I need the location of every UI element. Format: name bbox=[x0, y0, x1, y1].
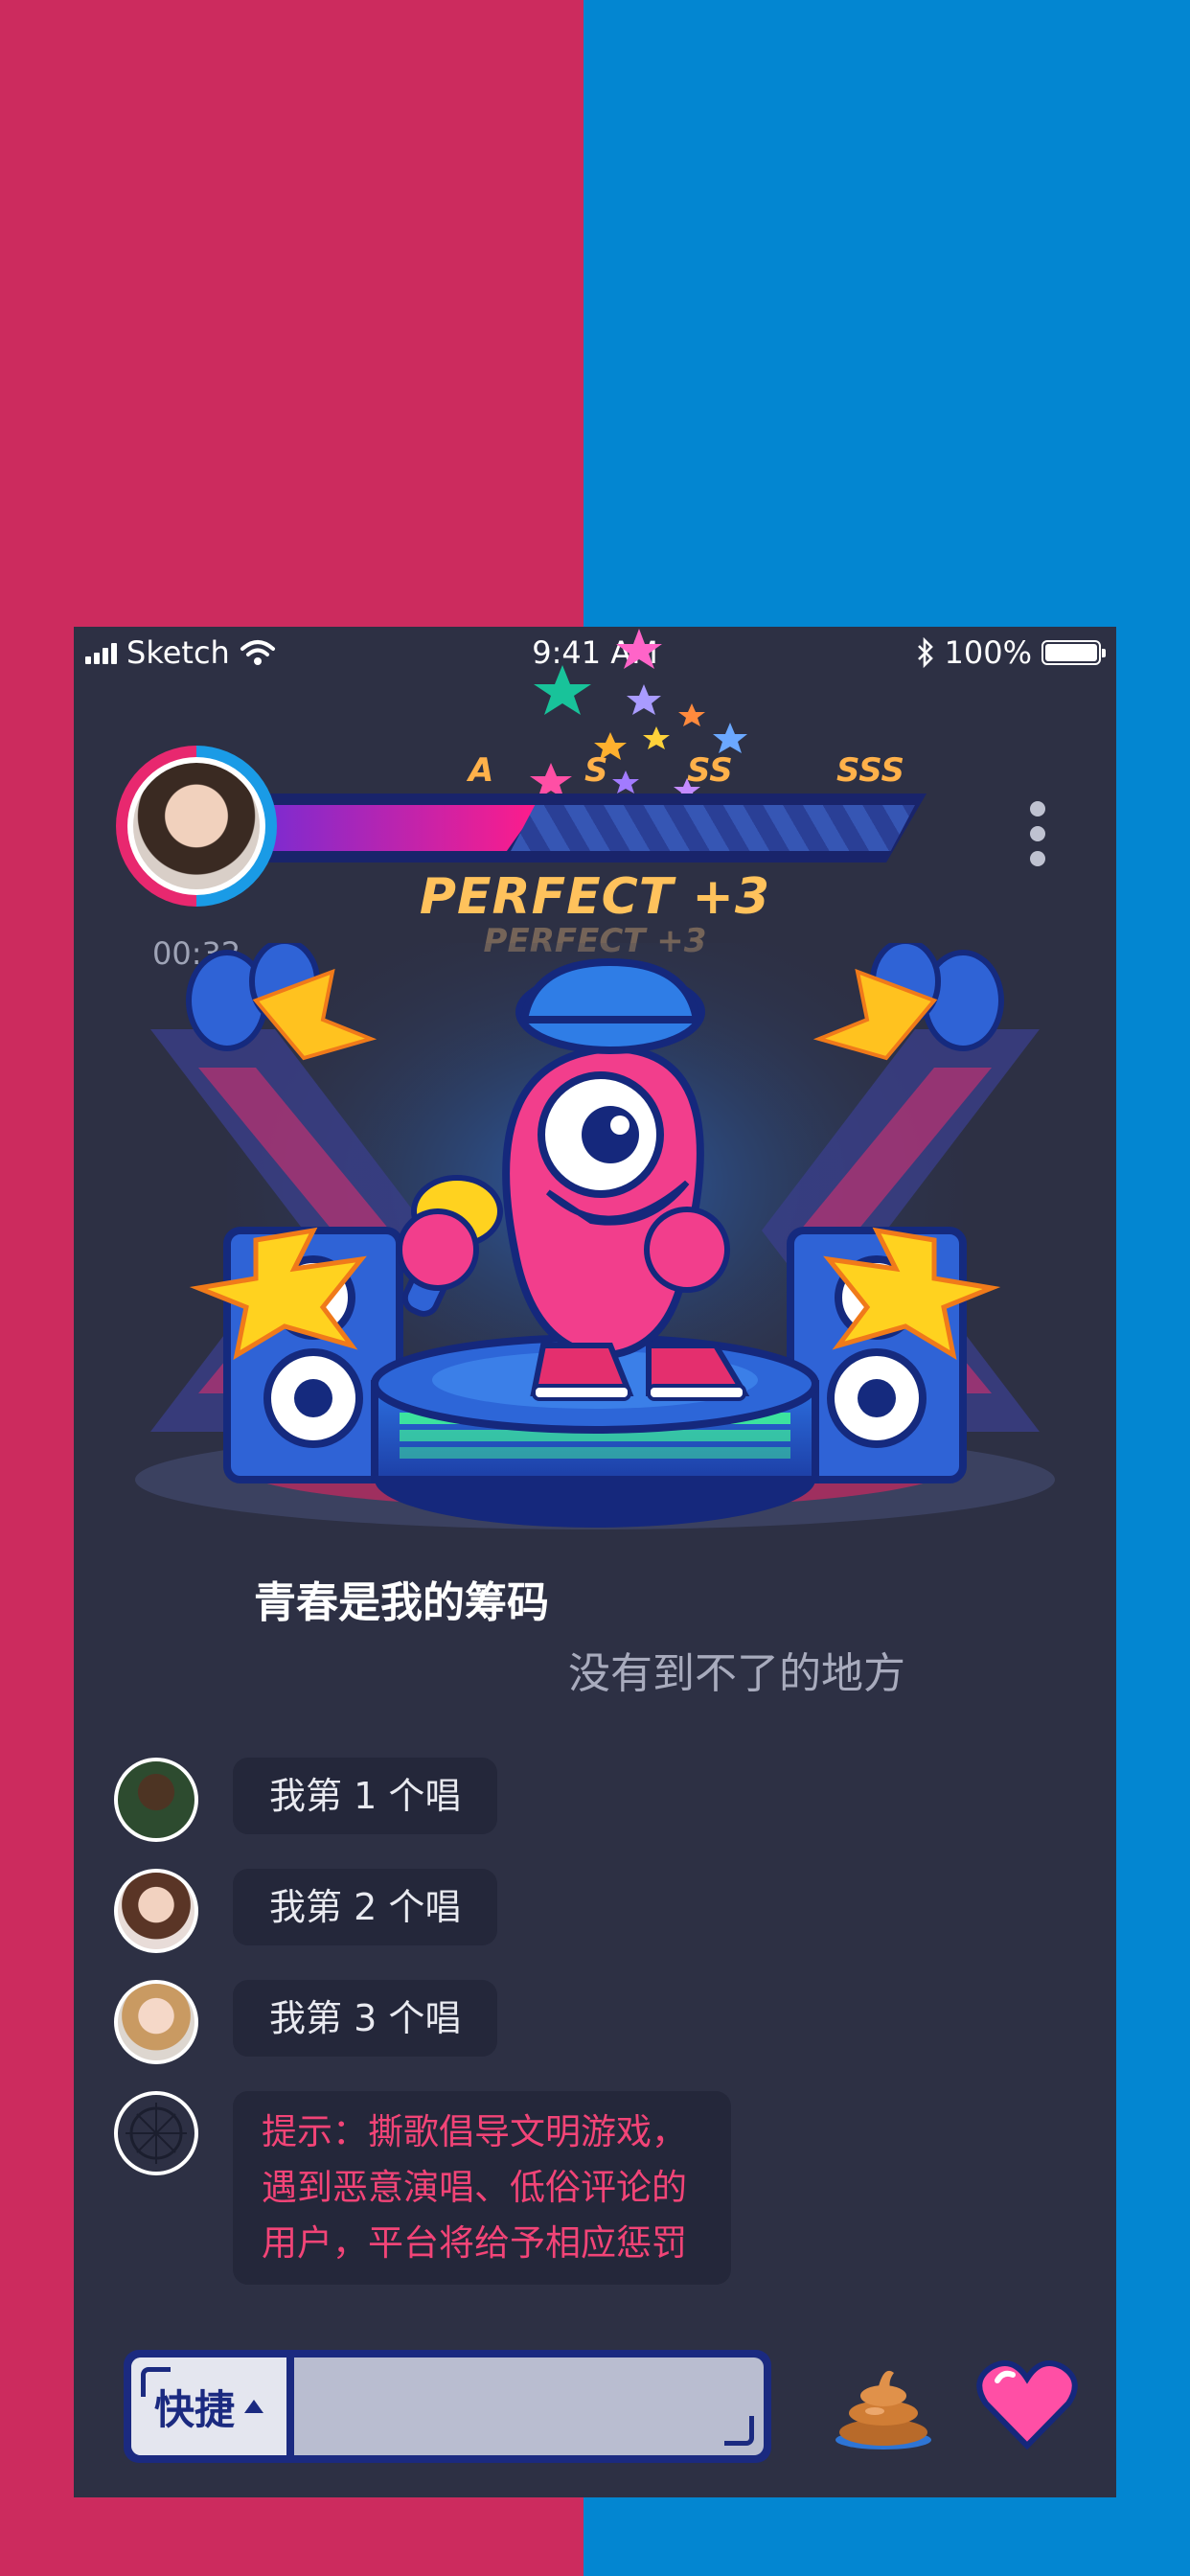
poop-icon[interactable] bbox=[831, 2352, 936, 2457]
perfect-score-text: PERFECT +3 bbox=[419, 868, 771, 926]
user-avatar[interactable] bbox=[114, 1758, 198, 1842]
score-progress-track bbox=[511, 805, 915, 851]
notice-line: 用户，平台将给予相应惩罚 bbox=[262, 2222, 687, 2264]
comment-input-box: 快捷 bbox=[124, 2350, 771, 2463]
bluetooth-icon bbox=[917, 637, 933, 668]
grade-a-label: A bbox=[469, 751, 494, 790]
chat-message: 我第 1 个唱 bbox=[114, 1758, 498, 1842]
stars-decoration bbox=[530, 629, 747, 801]
chat-message: 我第 2 个唱 bbox=[114, 1869, 498, 1953]
user-avatar[interactable] bbox=[114, 1980, 198, 2064]
chat-bubble: 我第 2 个唱 bbox=[233, 1869, 498, 1945]
star-icon bbox=[713, 723, 747, 753]
user-avatar[interactable] bbox=[114, 1869, 198, 1953]
comment-input[interactable] bbox=[294, 2358, 764, 2455]
chat-bubble: 我第 3 个唱 bbox=[233, 1980, 498, 2057]
score-progress-bar bbox=[256, 794, 927, 862]
star-icon bbox=[612, 770, 639, 794]
grade-s-label: S bbox=[584, 751, 608, 790]
chat-message: 我第 3 个唱 bbox=[114, 1980, 498, 2064]
notice-bubble: 提示：撕歌倡导文明游戏， 遇到恶意演唱、低俗评论的 用户，平台将给予相应惩罚 bbox=[233, 2091, 731, 2285]
system-avatar bbox=[114, 2091, 198, 2175]
notice-line: 提示：撕歌倡导文明游戏， bbox=[262, 2111, 687, 2152]
heart-icon[interactable] bbox=[974, 2352, 1080, 2457]
phone-screen: Sketch 9:41 AM 100% A S SS SSS 00:32 PER… bbox=[74, 627, 1116, 2497]
crosshair-icon bbox=[126, 2103, 187, 2164]
score-progress-fill bbox=[267, 805, 539, 851]
lyric-current-line: 青春是我的筹码 bbox=[254, 1578, 549, 1627]
grade-ss-label: SS bbox=[687, 751, 733, 790]
battery-percent: 100% bbox=[944, 634, 1032, 671]
lyric-next-line: 没有到不了的地方 bbox=[568, 1649, 905, 1698]
star-icon bbox=[643, 726, 670, 749]
more-menu-icon[interactable] bbox=[1030, 801, 1045, 866]
chat-bubble: 我第 1 个唱 bbox=[233, 1758, 498, 1834]
battery-icon bbox=[1041, 640, 1106, 665]
grade-sss-label: SSS bbox=[836, 751, 905, 790]
system-notice: 提示：撕歌倡导文明游戏， 遇到恶意演唱、低俗评论的 用户，平台将给予相应惩罚 bbox=[114, 2091, 731, 2285]
notice-line: 遇到恶意演唱、低俗评论的 bbox=[262, 2167, 687, 2208]
monster-singer-illustration bbox=[135, 943, 1055, 1530]
caret-up-icon bbox=[244, 2400, 263, 2413]
star-icon bbox=[678, 703, 705, 726]
star-icon bbox=[534, 665, 591, 715]
star-icon bbox=[616, 629, 662, 669]
star-icon bbox=[627, 684, 661, 715]
